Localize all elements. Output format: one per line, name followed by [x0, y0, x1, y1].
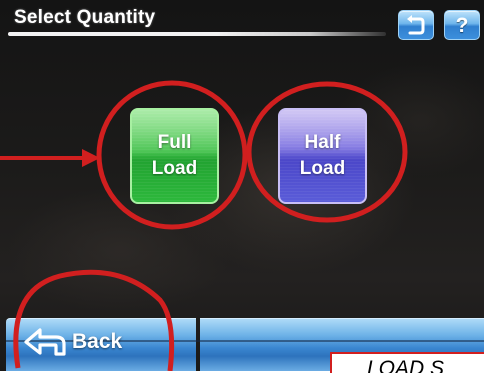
half-load-button[interactable]: Half Load [278, 108, 367, 204]
title-underline [8, 32, 386, 36]
help-icon: ? [455, 13, 469, 37]
full-load-button[interactable]: Full Load [130, 108, 219, 204]
half-load-label-line1: Half [304, 132, 341, 153]
page-title: Select Quantity [14, 7, 156, 28]
return-button[interactable] [398, 10, 434, 40]
help-button[interactable]: ? [444, 10, 480, 40]
title-bar: Select Quantity ? [0, 0, 484, 40]
half-load-label-line2: Load [299, 158, 346, 179]
full-load-label-line1: Full [157, 132, 192, 153]
annotation-caption-box: LOAD S [330, 352, 484, 373]
full-load-label-line2: Load [151, 158, 198, 179]
back-arrow-icon [24, 328, 66, 356]
return-arrow-icon [407, 15, 425, 35]
appliance-screen: Select Quantity ? Full Load Half Load Ba… [0, 0, 484, 371]
back-button-label: Back [72, 330, 123, 353]
